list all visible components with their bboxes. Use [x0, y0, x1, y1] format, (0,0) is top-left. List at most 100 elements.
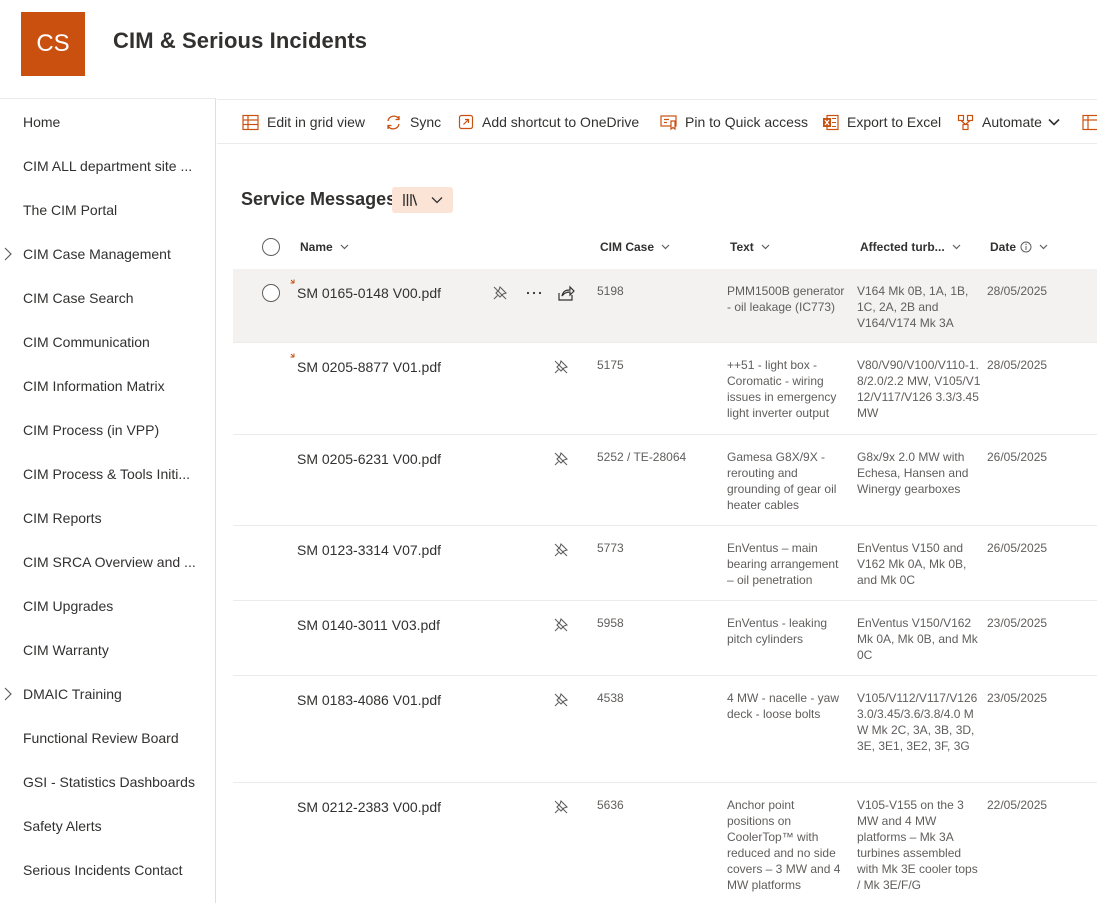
column-header-affected-turbines[interactable]: Affected turb...	[860, 234, 961, 260]
sync-button[interactable]: Sync	[385, 100, 441, 144]
column-header-cim-case[interactable]: CIM Case	[600, 234, 670, 260]
export-excel-button[interactable]: Export to Excel	[822, 100, 941, 144]
file-name-link[interactable]: SM 0140-3011 V03.pdf	[297, 617, 440, 633]
date-cell: 22/05/2025	[987, 798, 1048, 812]
cim-case-cell: 5773	[597, 541, 624, 555]
column-header-label: Text	[730, 240, 754, 254]
site-logo[interactable]: CS	[21, 12, 85, 76]
nav-item-cim-srca-overview[interactable]: CIM SRCA Overview and ...	[0, 540, 215, 584]
affected-turbines-cell: V105-V155 on the 3 MW and 4 MW platforms…	[857, 798, 978, 892]
affected-turbines-cell: EnVentus V150/V162 Mk 0A, Mk 0B, and Mk …	[857, 616, 978, 662]
nav-item-cim-case-search[interactable]: CIM Case Search	[0, 276, 215, 320]
table-row[interactable]: SM 0140-3011 V03.pdf 5958 EnVentus - lea…	[233, 601, 1097, 676]
column-header-name[interactable]: Name	[300, 234, 349, 260]
nav-item-home[interactable]: Home	[0, 100, 215, 144]
nav-item-safety-alerts[interactable]: Safety Alerts	[0, 804, 215, 848]
date-cell: 26/05/2025	[987, 450, 1048, 464]
grid-icon	[1082, 114, 1097, 130]
nav-item-functional-review-board[interactable]: Functional Review Board	[0, 716, 215, 760]
column-header-label: Date	[990, 240, 1017, 254]
nav-item-cim-process-tools[interactable]: CIM Process & Tools Initi...	[0, 452, 215, 496]
view-switcher-button[interactable]	[392, 187, 453, 213]
nav-item-label: DMAIC Training	[23, 686, 122, 702]
nav-item-label: CIM Communication	[23, 334, 150, 350]
select-all-checkbox[interactable]	[262, 238, 280, 256]
table-row[interactable]: SM 0123-3314 V07.pdf 5773 EnVentus – mai…	[233, 526, 1097, 601]
library-icon	[403, 194, 418, 206]
table-row[interactable]: SM 0165-0148 V00.pdf 5198 PMM1500B gener…	[233, 269, 1097, 343]
pin-off-icon[interactable]	[552, 450, 570, 468]
more-options-icon[interactable]	[525, 284, 543, 302]
nav-item-label: CIM Case Management	[23, 246, 171, 262]
share-icon[interactable]	[557, 284, 575, 302]
pin-off-icon[interactable]	[552, 358, 570, 376]
nav-item-label: Functional Review Board	[23, 730, 179, 746]
edit-grid-view-button[interactable]: Edit in grid view	[242, 100, 365, 144]
pin-off-icon[interactable]	[552, 691, 570, 709]
table-row[interactable]: SM 0183-4086 V01.pdf 4538 4 MW - nacelle…	[233, 676, 1097, 783]
more-commands-button[interactable]	[1082, 100, 1097, 144]
chevron-down-icon	[431, 197, 443, 204]
nav-item-cim-warranty[interactable]: CIM Warranty	[0, 628, 215, 672]
file-name-link[interactable]: SM 0212-2383 V00.pdf	[297, 799, 441, 815]
nav-item-label: Safety Alerts	[23, 818, 102, 834]
column-header-label: Affected turb...	[860, 240, 945, 254]
cim-case-cell: 4538	[597, 691, 624, 705]
date-cell: 28/05/2025	[987, 284, 1048, 298]
shortcut-icon	[458, 114, 474, 130]
nav-item-dmaic-training[interactable]: DMAIC Training	[0, 672, 215, 716]
nav-item-label: GSI - Statistics Dashboards	[23, 774, 195, 790]
file-name-link[interactable]: SM 0205-8877 V01.pdf	[297, 359, 441, 375]
sync-icon	[387, 115, 400, 129]
chevron-down-icon	[761, 244, 770, 250]
chevron-down-icon	[661, 244, 670, 250]
nav-item-cim-information-matrix[interactable]: CIM Information Matrix	[0, 364, 215, 408]
nav-item-gsi-statistics-dashboards[interactable]: GSI - Statistics Dashboards	[0, 760, 215, 804]
cim-case-cell: 5252 / TE-28064	[597, 450, 687, 464]
nav-item-cim-case-management[interactable]: CIM Case Management	[0, 232, 215, 276]
table-row[interactable]: SM 0205-8877 V01.pdf 5175 ++51 - light b…	[233, 343, 1097, 435]
site-title[interactable]: CIM & Serious Incidents	[113, 28, 367, 54]
nav-item-label: CIM SRCA Overview and ...	[23, 554, 196, 570]
add-shortcut-onedrive-button[interactable]: Add shortcut to OneDrive	[458, 100, 639, 144]
nav-item-label: Serious Incidents Contact	[23, 862, 183, 878]
affected-turbines-cell: V105/V112/V117/V126 3.0/3.45/3.6/3.8/4.0…	[857, 691, 978, 753]
pin-icon	[660, 114, 677, 130]
date-cell: 28/05/2025	[987, 358, 1048, 372]
nav-item-cim-all-department-site[interactable]: CIM ALL department site ...	[0, 144, 215, 188]
file-name-link[interactable]: SM 0205-6231 V00.pdf	[297, 451, 441, 467]
cim-case-cell: 5198	[597, 284, 624, 298]
nav-item-cim-upgrades[interactable]: CIM Upgrades	[0, 584, 215, 628]
pin-quick-access-button[interactable]: Pin to Quick access	[660, 100, 808, 144]
column-header-label: Name	[300, 240, 333, 254]
nav-item-cim-communication[interactable]: CIM Communication	[0, 320, 215, 364]
info-icon[interactable]	[1020, 241, 1032, 253]
pin-off-icon[interactable]	[491, 284, 509, 302]
nav-item-cim-reports[interactable]: CIM Reports	[0, 496, 215, 540]
row-checkbox[interactable]	[262, 284, 280, 302]
nav-item-label: Home	[23, 114, 61, 130]
nav-item-serious-incidents-contact[interactable]: Serious Incidents Contact	[0, 848, 215, 892]
pin-off-icon[interactable]	[552, 798, 570, 816]
nav-item-cim-process-vpp[interactable]: CIM Process (in VPP)	[0, 408, 215, 452]
column-header-date[interactable]: Date	[990, 234, 1048, 260]
pin-off-icon[interactable]	[552, 616, 570, 634]
date-cell: 23/05/2025	[987, 691, 1048, 705]
nav-item-cim-portal[interactable]: The CIM Portal	[0, 188, 215, 232]
site-header: CS CIM & Serious Incidents	[0, 0, 1097, 98]
chevron-right-icon[interactable]	[2, 687, 14, 701]
chevron-right-icon[interactable]	[2, 247, 14, 261]
file-name-link[interactable]: SM 0123-3314 V07.pdf	[297, 542, 441, 558]
affected-turbines-cell: G8x/9x 2.0 MW with Echesa, Hansen and Wi…	[857, 450, 969, 496]
file-name-link[interactable]: SM 0165-0148 V00.pdf	[297, 285, 441, 301]
date-cell: 26/05/2025	[987, 541, 1048, 555]
table-row[interactable]: SM 0212-2383 V00.pdf 5636 Anchor point p…	[233, 783, 1097, 903]
column-header-text[interactable]: Text	[730, 234, 770, 260]
excel-icon	[823, 114, 839, 130]
table-row[interactable]: SM 0205-6231 V00.pdf 5252 / TE-28064 Gam…	[233, 435, 1097, 526]
pin-off-icon[interactable]	[552, 541, 570, 559]
automate-button[interactable]: Automate	[957, 100, 1060, 144]
file-name-link[interactable]: SM 0183-4086 V01.pdf	[297, 692, 441, 708]
left-navigation: Home CIM ALL department site ... The CIM…	[0, 98, 216, 903]
text-cell: EnVentus - leaking pitch cylinders	[727, 616, 828, 646]
